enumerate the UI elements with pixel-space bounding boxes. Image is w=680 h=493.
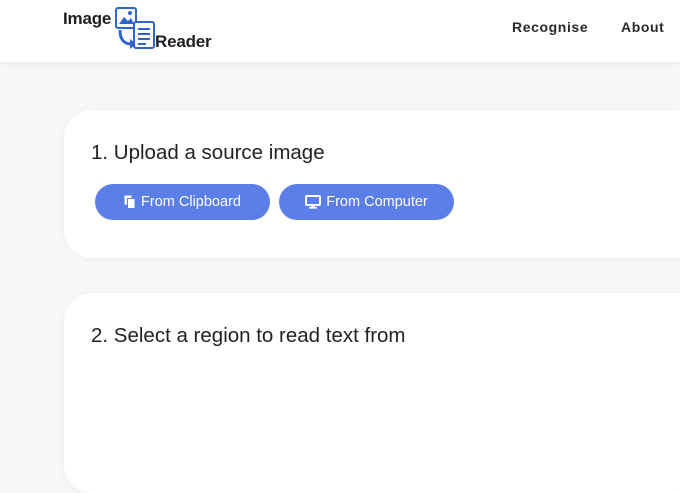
logo-text-image: Image [63,9,112,28]
select-region-step-title: 2. Select a region to read text from [91,324,406,347]
upload-step-card: 1. Upload a source image From Clipboard … [64,110,680,258]
nav-link-recognise[interactable]: Recognise [512,18,588,36]
monitor-icon [305,195,322,209]
select-region-step-card: 2. Select a region to read text from [64,293,680,493]
logo-text-reader: Reader [155,32,212,51]
document-scan-icon [115,7,155,49]
clipboard-icon [124,195,136,209]
from-clipboard-button[interactable]: From Clipboard [95,184,270,220]
from-clipboard-label: From Clipboard [141,194,241,210]
from-computer-label: From Computer [326,194,428,210]
from-computer-button[interactable]: From Computer [279,184,454,220]
upload-step-title: 1. Upload a source image [91,141,325,164]
top-navigation-bar: Image Reader Recognise About [0,0,680,62]
nav-link-about[interactable]: About [621,18,664,36]
app-logo[interactable]: Image Reader [62,4,222,56]
